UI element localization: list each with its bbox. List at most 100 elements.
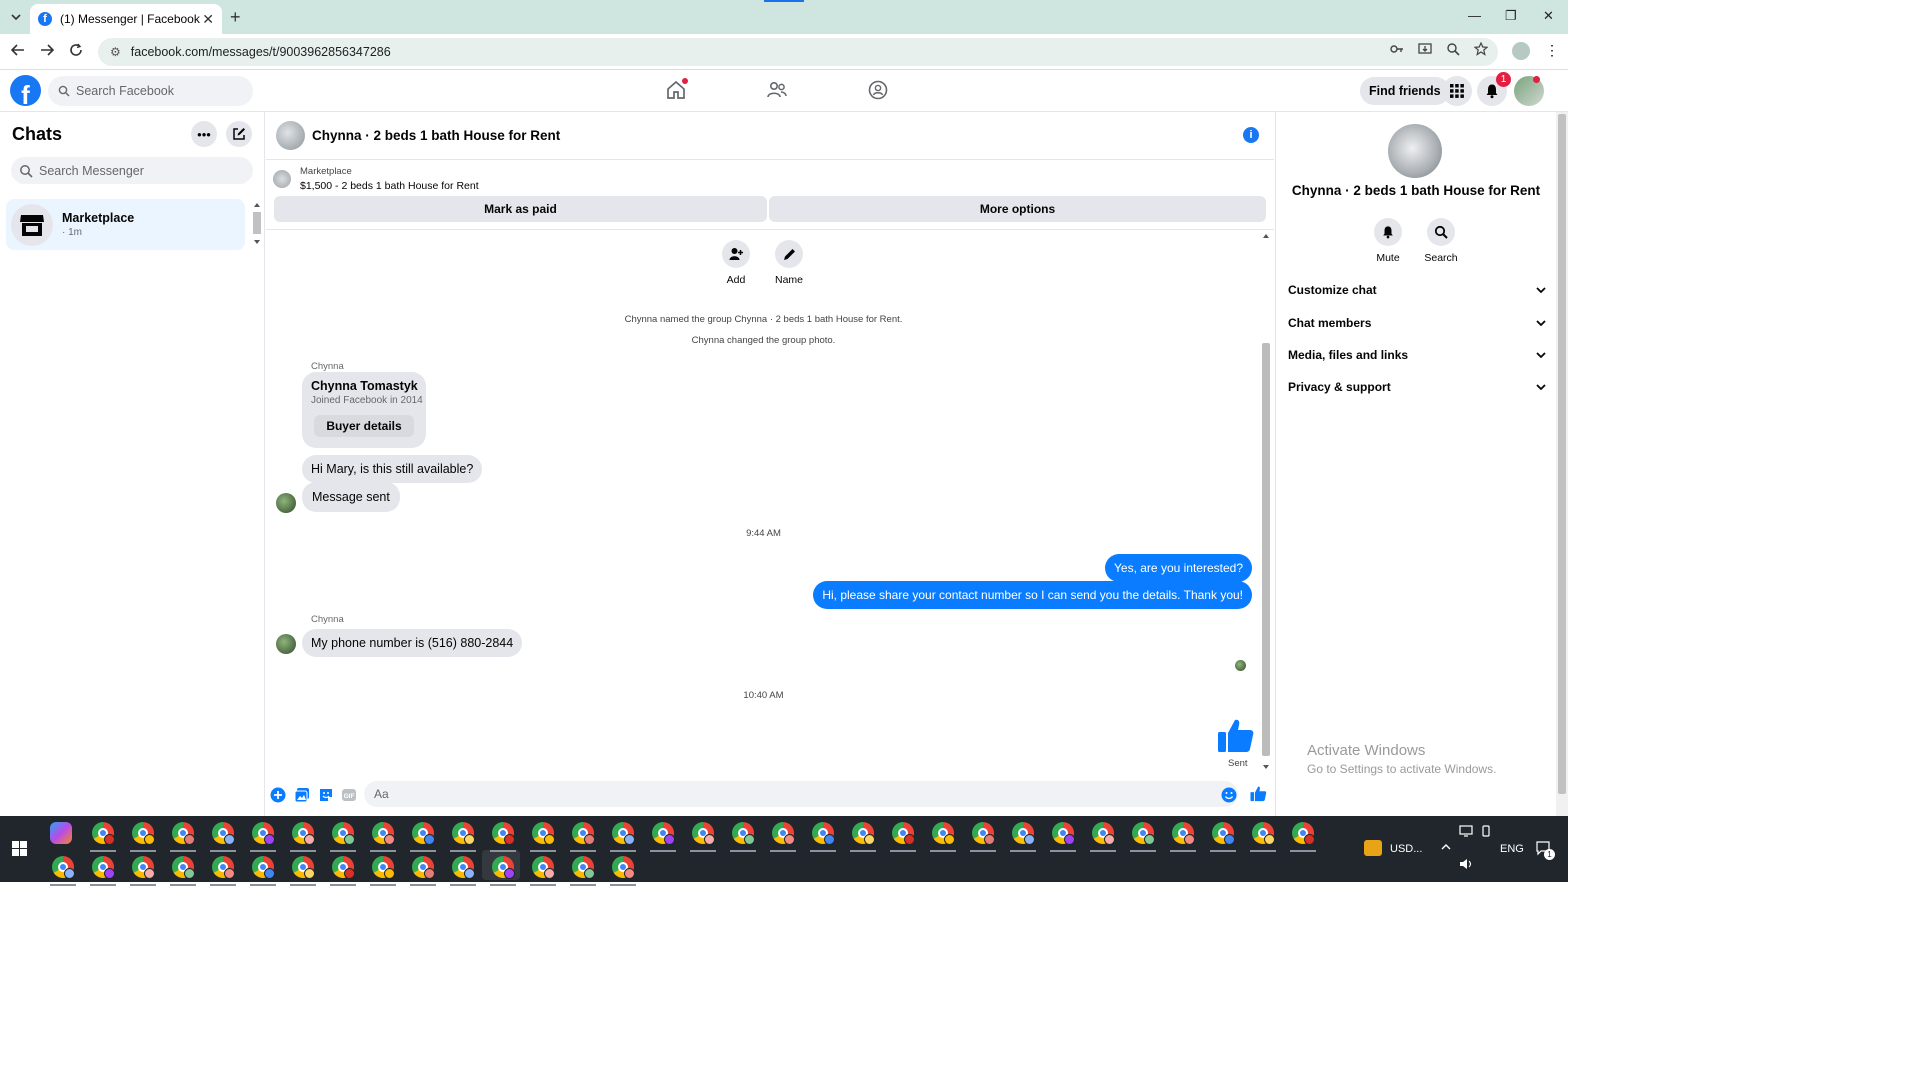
sticker-icon[interactable] [318,787,334,803]
restore-button[interactable]: ❐ [1505,8,1517,24]
privacy-support-section[interactable]: Privacy & support [1288,374,1546,400]
chrome-taskbar-icon[interactable] [652,822,675,845]
chrome-taskbar-icon[interactable] [772,822,795,845]
page-scrollbar[interactable] [1556,112,1568,816]
chrome-taskbar-icon[interactable] [172,856,195,879]
chrome-taskbar-icon[interactable] [452,822,475,845]
chrome-taskbar-icon[interactable] [252,822,275,845]
chrome-taskbar-icon[interactable] [172,822,195,845]
bookmark-star-icon[interactable] [1474,42,1488,56]
incoming-message-bubble[interactable]: Message sent [302,482,400,512]
like-message[interactable] [1217,716,1255,754]
chrome-taskbar-icon[interactable] [372,856,395,879]
chrome-taskbar-icon[interactable] [492,856,515,879]
outgoing-message-bubble[interactable]: Hi, please share your contact number so … [813,581,1252,609]
currency-widget-icon[interactable] [1364,840,1382,856]
customize-chat-section[interactable]: Customize chat [1288,277,1546,303]
chrome-taskbar-icon[interactable] [572,856,595,879]
chrome-taskbar-icon[interactable] [92,856,115,879]
find-friends-button[interactable]: Find friends [1360,77,1450,105]
gif-icon[interactable]: GIF [341,787,357,803]
new-tab-button[interactable]: + [230,7,241,28]
password-key-icon[interactable] [1390,42,1404,56]
facebook-search-input[interactable]: Search Facebook [48,76,253,106]
scrollbar-thumb[interactable] [1262,343,1270,756]
minimize-button[interactable]: — [1468,8,1481,23]
chrome-taskbar-icon[interactable] [972,822,995,845]
address-bar[interactable]: ⚙ facebook.com/messages/t/90039628563472… [98,38,1498,66]
chrome-taskbar-icon[interactable] [1212,822,1235,845]
chrome-taskbar-icon[interactable] [532,822,555,845]
reload-button[interactable] [69,43,83,57]
tab-search-button[interactable] [6,7,26,27]
add-people-button[interactable]: Add [711,240,761,286]
chrome-taskbar-icon[interactable] [332,822,355,845]
chrome-taskbar-icon[interactable] [1092,822,1115,845]
group-photo[interactable] [1388,124,1442,178]
friends-nav-button[interactable] [766,79,790,103]
messenger-search-input[interactable]: Search Messenger [11,157,253,184]
phone-link-icon[interactable] [1480,825,1492,837]
chrome-taskbar-icon[interactable] [132,822,155,845]
currency-widget-label[interactable]: USD... [1390,843,1422,855]
chrome-taskbar-icon[interactable] [212,822,235,845]
chrome-taskbar-icon[interactable] [1012,822,1035,845]
mark-as-paid-button[interactable]: Mark as paid [274,196,767,222]
site-settings-icon[interactable]: ⚙ [110,45,121,59]
close-window-button[interactable]: ✕ [1543,8,1554,24]
media-files-links-section[interactable]: Media, files and links [1288,342,1546,368]
name-group-button[interactable]: Name [764,240,814,286]
chrome-taskbar-icon[interactable] [132,856,155,879]
install-app-icon[interactable] [1418,42,1432,56]
chrome-taskbar-icon[interactable] [372,822,395,845]
chrome-taskbar-icon[interactable] [932,822,955,845]
chrome-taskbar-icon[interactable] [292,856,315,879]
new-message-button[interactable] [226,121,252,147]
back-button[interactable] [11,43,25,57]
chrome-taskbar-icon[interactable] [532,856,555,879]
show-hidden-icons-icon[interactable] [1440,841,1452,853]
sender-avatar[interactable] [276,634,296,654]
info-icon[interactable]: i [1243,127,1259,143]
display-icon[interactable] [1459,825,1473,837]
menu-grid-button[interactable] [1442,76,1472,106]
more-options-button[interactable]: More options [769,196,1266,222]
group-avatar[interactable] [276,121,305,150]
plus-circle-icon[interactable] [270,787,286,803]
chrome-taskbar-icon[interactable] [1132,822,1155,845]
chrome-taskbar-icon[interactable] [412,822,435,845]
chrome-taskbar-icon[interactable] [212,856,235,879]
chrome-taskbar-icon[interactable] [692,822,715,845]
close-tab-icon[interactable]: ✕ [202,11,214,28]
message-input[interactable]: Aa [364,781,1238,807]
emoji-icon[interactable] [1221,787,1237,803]
chrome-taskbar-icon[interactable] [412,856,435,879]
photo-icon[interactable] [294,787,310,803]
chrome-taskbar-icon[interactable] [1292,822,1315,845]
home-nav-button[interactable] [665,78,689,103]
zoom-icon[interactable] [1446,42,1460,56]
outgoing-message-bubble[interactable]: Yes, are you interested? [1105,554,1252,582]
browser-tab-messenger[interactable]: f (1) Messenger | Facebook ✕ [30,4,222,34]
incoming-message-bubble[interactable]: Hi Mary, is this still available? [302,455,483,483]
listing-thumbnail[interactable] [273,170,291,188]
language-indicator[interactable]: ENG [1500,843,1524,855]
buyer-details-button[interactable]: Buyer details [314,415,414,437]
conversation-title[interactable]: Chynna · 2 beds 1 bath House for Rent [312,128,560,143]
sender-avatar[interactable] [276,493,296,513]
copilot-taskbar-icon[interactable] [50,822,72,844]
chrome-taskbar-icon[interactable] [1252,822,1275,845]
forward-button[interactable] [40,43,54,57]
chrome-taskbar-icon[interactable] [92,822,115,845]
windows-start-icon[interactable] [12,841,27,856]
chrome-taskbar-icon[interactable] [252,856,275,879]
incoming-message-bubble[interactable]: My phone number is (516) 880-2844 [302,629,523,657]
chrome-taskbar-icon[interactable] [332,856,355,879]
browser-profile-avatar[interactable] [1512,42,1530,60]
mute-button[interactable]: Mute [1363,218,1413,264]
chrome-taskbar-icon[interactable] [572,822,595,845]
chrome-taskbar-icon[interactable] [732,822,755,845]
chrome-taskbar-icon[interactable] [52,856,75,879]
chrome-taskbar-icon[interactable] [1172,822,1195,845]
chrome-taskbar-icon[interactable] [612,856,635,879]
